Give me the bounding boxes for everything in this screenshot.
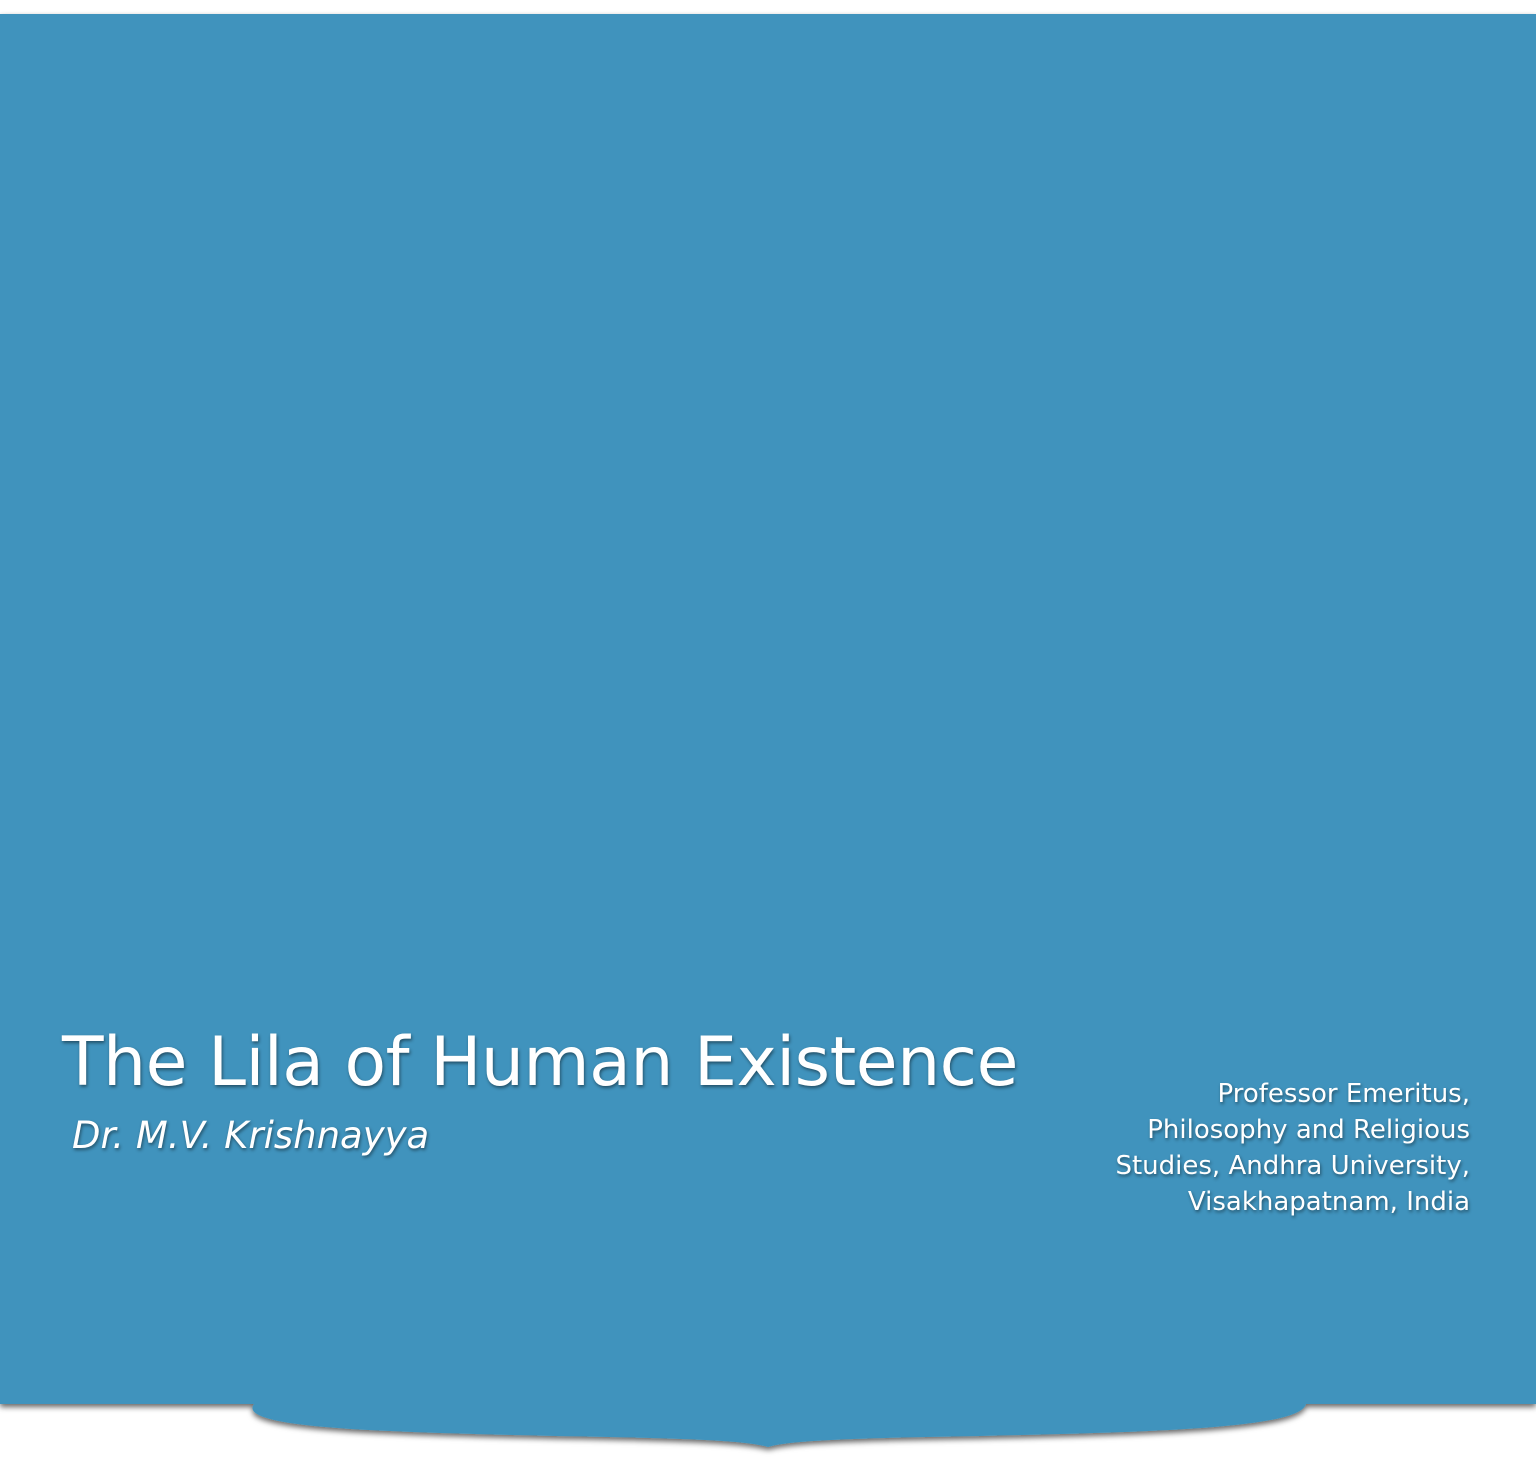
affiliation-line: Visakhapatnam, India bbox=[1187, 1187, 1470, 1217]
page-title: The Lila of Human Existence bbox=[62, 1023, 1018, 1102]
affiliation-line: Studies, Andhra University, bbox=[1115, 1151, 1470, 1181]
hero-background bbox=[0, 14, 1536, 1447]
affiliation-line: Philosophy and Religious bbox=[1147, 1115, 1470, 1145]
author-affiliation: Professor Emeritus, Philosophy and Relig… bbox=[1115, 1076, 1470, 1220]
affiliation-line: Professor Emeritus, bbox=[1217, 1079, 1471, 1109]
hero-shape bbox=[0, 14, 1536, 1447]
author-name: Dr. M.V. Krishnayya bbox=[72, 1114, 430, 1157]
hero-banner: The Lila of Human Existence Dr. M.V. Kri… bbox=[0, 0, 1536, 1460]
